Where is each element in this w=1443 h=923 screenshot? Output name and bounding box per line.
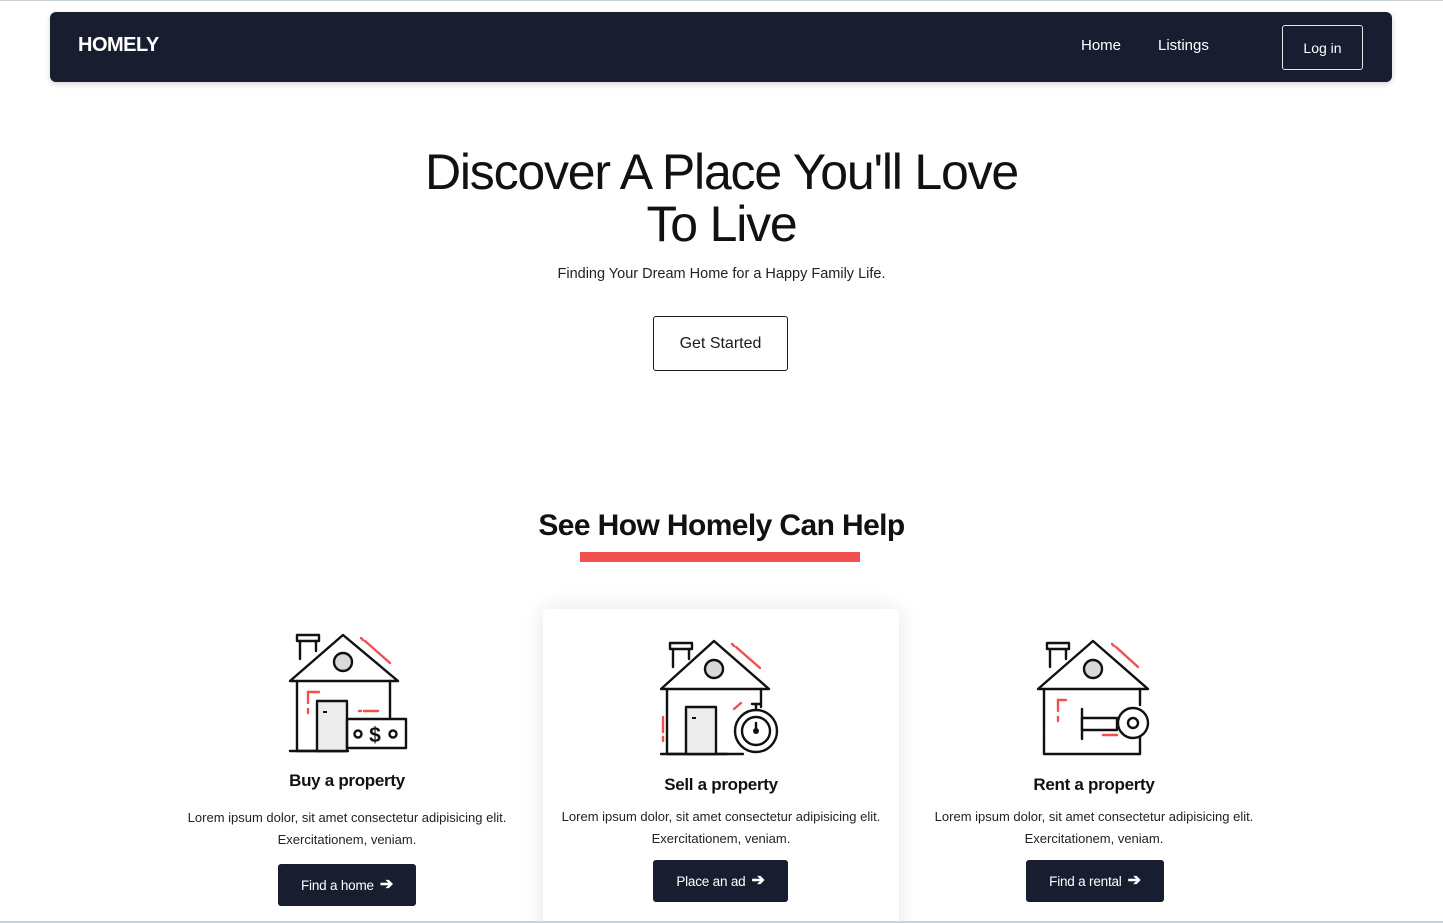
button-label: Find a home <box>300 877 374 893</box>
card-buy-property: $ Buy a property Lorem ipsum dolor, sit … <box>169 609 525 921</box>
card-title: Rent a property <box>1033 775 1155 794</box>
card-rent-property: Rent a property Lorem ipsum dolor, sit a… <box>916 609 1272 921</box>
card-description: Lorem ipsum dolor, sit amet consectetur … <box>561 809 881 846</box>
place-ad-button[interactable]: Place an ad ➔ <box>653 860 788 902</box>
navbar: HOMELY Home Listings Log in <box>50 12 1392 82</box>
nav-link-home[interactable]: Home <box>1081 37 1121 54</box>
card-sell-property: Sell a property Lorem ipsum dolor, sit a… <box>543 609 899 921</box>
section-title: See How Homely Can Help <box>538 509 905 542</box>
svg-text:$: $ <box>369 724 381 747</box>
card-description: Lorem ipsum dolor, sit amet consectetur … <box>187 810 507 847</box>
card-description: Lorem ipsum dolor, sit amet consectetur … <box>934 809 1254 846</box>
section-title-underline <box>580 552 860 562</box>
nav-link-listings[interactable]: Listings <box>1158 37 1209 54</box>
house-money-icon: $ <box>288 633 408 753</box>
find-rental-button[interactable]: Find a rental ➔ <box>1026 860 1164 902</box>
hero-subtitle: Finding Your Dream Home for a Happy Fami… <box>557 266 886 282</box>
house-timer-icon <box>659 639 779 756</box>
page: HOMELY Home Listings Log in Discover A P… <box>0 0 1443 923</box>
hero-title-line-2: To Live <box>646 196 797 252</box>
find-home-button[interactable]: Find a home ➔ <box>278 864 416 906</box>
get-started-button[interactable]: Get Started <box>653 316 788 371</box>
card-title: Buy a property <box>289 771 405 790</box>
hero-title: Discover A Place You'll Love To Live <box>0 146 1443 250</box>
arrow-right-icon: ➔ <box>1127 872 1141 889</box>
button-label: Place an ad <box>676 873 746 889</box>
login-button[interactable]: Log in <box>1282 25 1363 70</box>
arrow-right-icon: ➔ <box>379 876 394 893</box>
arrow-right-icon: ➔ <box>751 872 765 889</box>
card-title: Sell a property <box>664 775 778 794</box>
hero-title-line-1: Discover A Place You'll Love <box>424 144 1019 200</box>
house-key-icon <box>1036 639 1150 756</box>
button-label: Find a rental <box>1049 873 1122 889</box>
brand-logo[interactable]: HOMELY <box>78 34 159 57</box>
